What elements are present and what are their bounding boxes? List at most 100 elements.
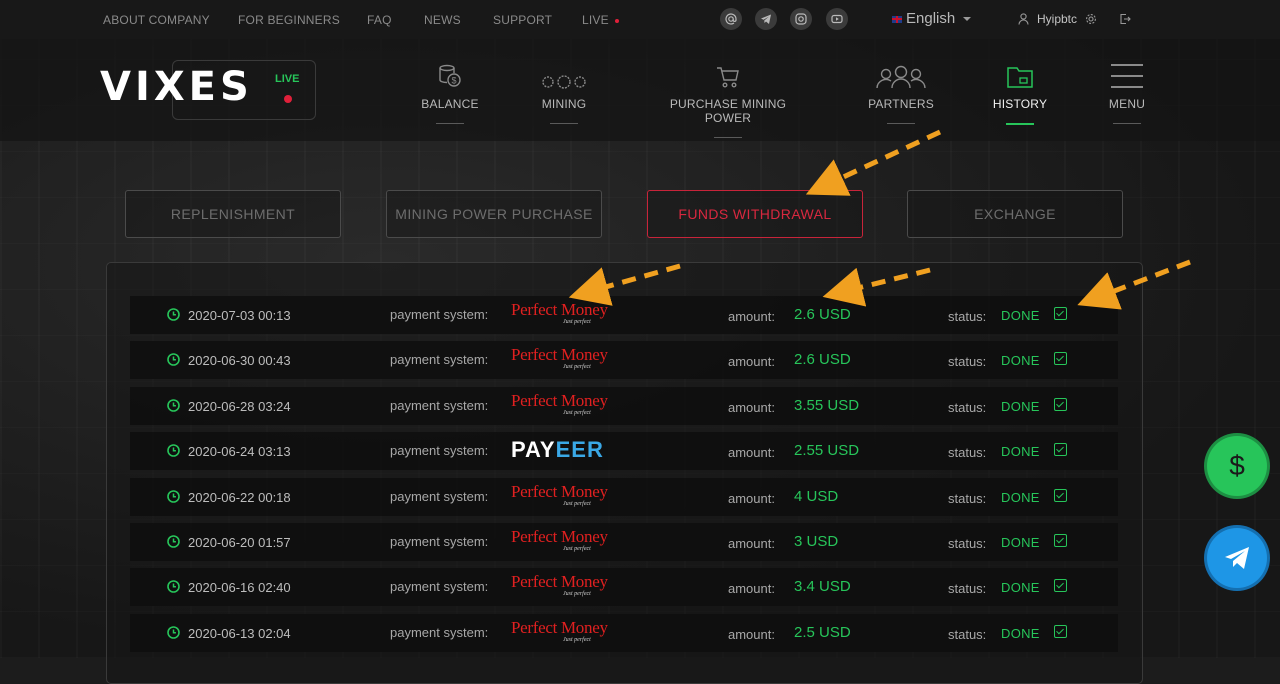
nav-purchase-label: PURCHASE MINING POWER bbox=[669, 97, 787, 125]
check-icon bbox=[1054, 307, 1067, 320]
for-beginners-link[interactable]: FOR BEGINNERS bbox=[238, 13, 340, 27]
live-badge-dot bbox=[284, 95, 292, 103]
amount-label: amount: bbox=[728, 626, 775, 642]
logout-icon[interactable] bbox=[1119, 13, 1131, 25]
row-amount: 4 USD bbox=[794, 487, 839, 505]
row-date: 2020-06-30 00:43 bbox=[188, 353, 291, 369]
status-label: status: bbox=[948, 445, 987, 461]
history-row: 2020-06-28 03:24 payment system: Perfect M… bbox=[130, 386, 1118, 425]
news-link[interactable]: NEWS bbox=[424, 13, 461, 27]
nav-balance[interactable]: $ BALANCE bbox=[418, 61, 482, 124]
at-icon[interactable] bbox=[720, 8, 742, 30]
check-icon bbox=[1054, 534, 1067, 547]
history-row: 2020-06-20 01:57 payment system: Perfect M… bbox=[130, 523, 1118, 561]
payment-system-label: payment system: bbox=[390, 488, 489, 504]
amount-label: amount: bbox=[728, 309, 775, 324]
dollar-icon: $ bbox=[1229, 450, 1245, 481]
live-indicator-dot bbox=[614, 18, 619, 23]
language-selector[interactable]: English bbox=[892, 10, 972, 27]
status-label: status: bbox=[948, 536, 987, 551]
clock-icon bbox=[167, 444, 180, 457]
status-label: status: bbox=[948, 354, 987, 370]
tab-mining-power-purchase[interactable]: MINING POWER PURCHASE bbox=[386, 190, 602, 238]
vixes-logo[interactable]: VIXES bbox=[100, 67, 253, 107]
payment-system-label: payment system: bbox=[390, 307, 489, 322]
clock-icon bbox=[167, 353, 180, 367]
svg-text:$: $ bbox=[452, 76, 457, 86]
row-date: 2020-06-16 02:40 bbox=[188, 580, 291, 596]
telegram-icon bbox=[1225, 547, 1249, 569]
uk-flag-icon bbox=[892, 15, 902, 23]
amount-label: amount: bbox=[728, 445, 775, 461]
tab-replenishment[interactable]: REPLENISHMENT bbox=[125, 190, 341, 238]
hamburger-icon bbox=[1111, 64, 1143, 88]
row-date: 2020-06-22 00:18 bbox=[188, 489, 291, 505]
row-amount: 2.6 USD bbox=[794, 306, 851, 323]
youtube-icon[interactable] bbox=[826, 8, 848, 30]
nav-menu-label: MENU bbox=[1108, 97, 1146, 111]
check-icon bbox=[1054, 488, 1067, 502]
dollar-fab-button[interactable]: $ bbox=[1207, 436, 1267, 496]
status-label: status: bbox=[948, 626, 987, 642]
status-badge: DONE bbox=[1001, 625, 1040, 641]
status-badge: DONE bbox=[1001, 398, 1040, 414]
row-date: 2020-07-03 00:13 bbox=[188, 308, 291, 323]
check-icon bbox=[1054, 579, 1067, 593]
faq-link[interactable]: FAQ bbox=[367, 13, 392, 27]
history-folder-icon bbox=[1007, 67, 1033, 88]
perfect-money-logo: Perfect Money Just perfect bbox=[511, 345, 608, 371]
row-amount: 2.5 USD bbox=[794, 623, 851, 641]
perfect-money-logo: Perfect Money Just perfect bbox=[511, 617, 608, 643]
nav-menu[interactable]: MENU bbox=[1104, 61, 1150, 124]
mining-icon bbox=[542, 75, 586, 89]
nav-mining[interactable]: MINING bbox=[534, 61, 594, 124]
support-link[interactable]: SUPPORT bbox=[493, 13, 552, 27]
live-link[interactable]: LIVE bbox=[582, 13, 619, 27]
cart-icon bbox=[717, 67, 739, 88]
telegram-fab-button[interactable] bbox=[1207, 528, 1267, 588]
live-link-label: LIVE bbox=[582, 13, 609, 27]
about-company-link[interactable]: ABOUT COMPANY bbox=[103, 13, 210, 27]
perfect-money-logo: Perfect Money Just perfect bbox=[511, 527, 608, 552]
instagram-icon[interactable] bbox=[790, 8, 812, 30]
nav-partners[interactable]: PARTNERS bbox=[866, 61, 936, 124]
amount-label: amount: bbox=[728, 581, 775, 597]
status-badge: DONE bbox=[1001, 489, 1040, 505]
clock-icon bbox=[167, 580, 180, 594]
payment-system-label: payment system: bbox=[390, 352, 489, 368]
check-icon bbox=[1054, 624, 1067, 638]
nav-mining-label: MINING bbox=[541, 97, 587, 111]
user-icon bbox=[1018, 13, 1029, 25]
nav-purchase-mining-power[interactable]: PURCHASE MINING POWER bbox=[646, 61, 810, 138]
nav-balance-label: BALANCE bbox=[421, 97, 479, 111]
clock-icon bbox=[167, 308, 180, 321]
row-amount: 2.6 USD bbox=[794, 351, 851, 369]
coins-icon: $ bbox=[439, 64, 461, 87]
telegram-icon[interactable] bbox=[755, 8, 777, 30]
tab-exchange[interactable]: EXCHANGE bbox=[907, 190, 1123, 238]
nav-history-label: HISTORY bbox=[992, 97, 1048, 111]
check-icon bbox=[1054, 397, 1067, 411]
nav-partners-underline bbox=[887, 123, 915, 124]
status-label: status: bbox=[948, 490, 987, 506]
partners-icon bbox=[876, 65, 926, 89]
tab-funds-withdrawal[interactable]: FUNDS WITHDRAWAL bbox=[647, 190, 863, 238]
history-row: 2020-06-22 00:18 payment system: Perfect M… bbox=[130, 477, 1118, 516]
chevron-down-icon bbox=[963, 17, 972, 22]
gear-icon[interactable] bbox=[1085, 13, 1097, 25]
payment-system-label: payment system: bbox=[390, 624, 489, 640]
user-menu[interactable]: Hyipbtc bbox=[1018, 12, 1131, 26]
payment-system-label: payment system: bbox=[390, 534, 489, 549]
row-date: 2020-06-28 03:24 bbox=[188, 398, 291, 414]
row-date: 2020-06-24 03:13 bbox=[188, 444, 291, 460]
perfect-money-logo: Perfect Money Just perfect bbox=[511, 481, 608, 507]
clock-icon bbox=[167, 535, 180, 548]
amount-label: amount: bbox=[728, 490, 775, 506]
row-date: 2020-06-13 02:04 bbox=[188, 625, 291, 641]
status-badge: DONE bbox=[1001, 580, 1040, 596]
status-label: status: bbox=[948, 309, 987, 324]
nav-history[interactable]: HISTORY bbox=[990, 61, 1050, 125]
perfect-money-logo: Perfect Money Just perfect bbox=[511, 390, 608, 416]
history-row: 2020-06-16 02:40 payment system: Perfect M… bbox=[130, 568, 1118, 607]
main-header: VIXES LIVE $ BALANCE MINING PURCHASE MIN… bbox=[0, 39, 1280, 141]
